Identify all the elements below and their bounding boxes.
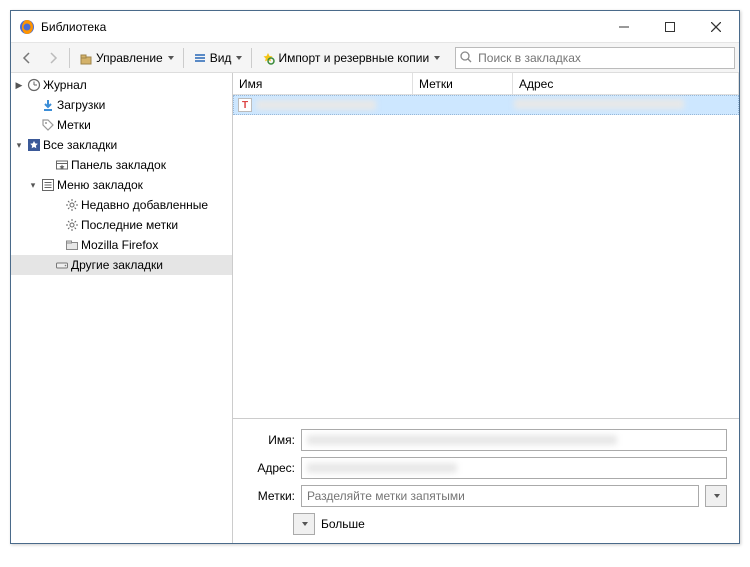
nav-back-button[interactable] [15,46,39,70]
details-panel: Имя: Адрес: Метки: Больше [233,418,739,543]
address-label: Адрес: [245,461,295,475]
chevron-down-icon [434,56,440,60]
maximize-button[interactable] [647,11,693,43]
window-title: Библиотека [41,20,106,34]
chevron-down-icon [236,56,242,60]
sidebar-item-bookmarks-menu[interactable]: ▾ Меню закладок [11,175,232,195]
search-input[interactable] [455,47,735,69]
firefox-icon [19,19,35,35]
collapse-icon[interactable]: ▾ [13,139,25,151]
item-address-blurred [514,99,684,109]
search-icon [459,50,473,64]
library-window: Библиотека Управление Вид Импорт и резер… [10,10,740,544]
titlebar: Библиотека [11,11,739,43]
column-address[interactable]: Адрес [513,73,739,94]
chevron-down-icon [302,522,308,526]
minimize-button[interactable] [601,11,647,43]
star-icon [27,138,41,152]
sidebar-item-other-bookmarks[interactable]: Другие закладки [11,255,232,275]
sidebar-item-recent-tags[interactable]: Последние метки [11,215,232,235]
sidebar-item-mozilla[interactable]: Mozilla Firefox [11,235,232,255]
sidebar-item-tags[interactable]: Метки [11,115,232,135]
tags-field[interactable] [301,485,699,507]
favicon: T [238,98,252,112]
toolbar-icon [55,158,69,172]
tags-label: Метки: [245,489,295,503]
star-refresh-icon [261,51,275,65]
column-name[interactable]: Имя [233,73,413,94]
manage-button[interactable]: Управление [74,46,179,70]
column-headers: Имя Метки Адрес [233,73,739,95]
bookmark-list: T [233,95,739,418]
list-icon [193,51,207,65]
name-label: Имя: [245,433,295,447]
download-icon [41,98,55,112]
address-field[interactable] [301,457,727,479]
chevron-down-icon [168,56,174,60]
sidebar-item-downloads[interactable]: Загрузки [11,95,232,115]
list-item[interactable]: T [233,95,739,115]
sidebar-item-bookmarks-toolbar[interactable]: Панель закладок [11,155,232,175]
gear-icon [65,198,79,212]
import-backup-button[interactable]: Импорт и резервные копии [256,46,445,70]
sidebar: ▶ Журнал Загрузки Метки ▾ Все закладки [11,73,233,543]
folder-icon [65,238,79,252]
close-button[interactable] [693,11,739,43]
expand-icon[interactable]: ▶ [13,79,25,91]
tag-icon [41,118,55,132]
drive-icon [55,258,69,272]
more-label: Больше [321,517,365,531]
sidebar-item-all-bookmarks[interactable]: ▾ Все закладки [11,135,232,155]
clock-icon [27,78,41,92]
collapse-icon[interactable]: ▾ [27,179,39,191]
name-field[interactable] [301,429,727,451]
manage-icon [79,51,93,65]
sidebar-item-journal[interactable]: ▶ Журнал [11,75,232,95]
sidebar-item-recently-added[interactable]: Недавно добавленные [11,195,232,215]
tags-dropdown-button[interactable] [705,485,727,507]
item-name-blurred [256,100,376,110]
chevron-down-icon [714,494,720,498]
toolbar: Управление Вид Импорт и резервные копии [11,43,739,73]
nav-forward-button[interactable] [41,46,65,70]
menu-icon [41,178,55,192]
gear-icon [65,218,79,232]
column-tags[interactable]: Метки [413,73,513,94]
more-toggle-button[interactable] [293,513,315,535]
view-button[interactable]: Вид [188,46,248,70]
